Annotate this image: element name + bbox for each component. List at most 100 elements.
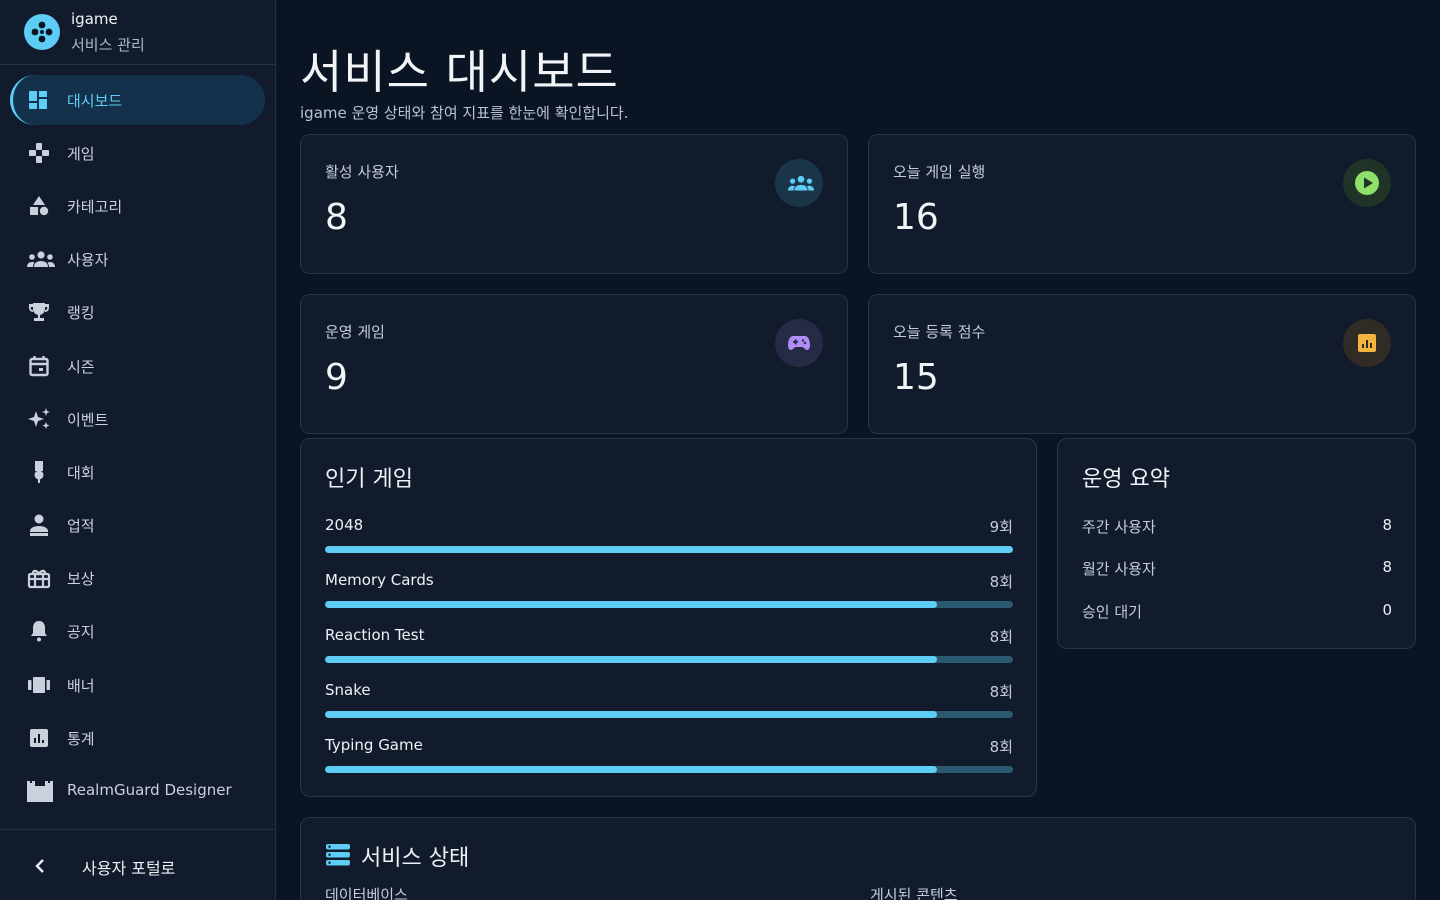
stat-card-plays-today: 오늘 게임 실행 16	[868, 134, 1416, 274]
stat-label: 운영 게임	[325, 323, 385, 341]
sidebar-item-notices[interactable]: 공지	[10, 606, 265, 656]
achievement-icon	[26, 513, 52, 537]
sidebar-item-label: 이벤트	[67, 411, 109, 429]
dashboard-icon	[26, 88, 52, 112]
user-portal-link[interactable]: 사용자 포털로	[0, 829, 275, 900]
service-status-panel: 서비스 상태 데이터베이스 게시된 콘텐츠	[300, 817, 1416, 900]
stats-icon	[26, 726, 52, 750]
sidebar-item-label: RealmGuard Designer	[67, 781, 232, 799]
user-portal-label: 사용자 포털로	[82, 859, 176, 878]
sidebar-item-statistics[interactable]: 통계	[10, 713, 265, 763]
operations-summary-panel: 운영 요약 주간 사용자 8 월간 사용자 8 승인 대기 0	[1057, 438, 1416, 649]
gamepad-icon	[26, 141, 52, 165]
status-published-content-label: 게시된 콘텐츠	[870, 886, 958, 900]
sidebar-item-rewards[interactable]: 보상	[10, 553, 265, 603]
game-name: Memory Cards	[325, 571, 434, 589]
summary-row-weekly-users: 주간 사용자 8	[1082, 516, 1392, 538]
stat-value: 9	[325, 357, 348, 398]
stat-label: 오늘 게임 실행	[893, 163, 986, 181]
sidebar-item-games[interactable]: 게임	[10, 128, 265, 178]
summary-value: 8	[1382, 516, 1392, 534]
brand[interactable]: igame 서비스 관리	[0, 0, 275, 65]
sidebar: igame 서비스 관리 대시보드 게임 카테고리 사용자 랭킹 시즌 이벤트 …	[0, 0, 276, 900]
gamepad-logo-icon	[24, 14, 60, 50]
page-title: 서비스 대시보드	[300, 45, 619, 99]
chevron-left-icon	[30, 856, 50, 880]
stat-value: 8	[325, 197, 348, 238]
chart-icon	[1343, 319, 1391, 367]
panel-title: 인기 게임	[325, 467, 413, 492]
stat-value: 16	[893, 197, 939, 238]
sidebar-item-label: 대시보드	[67, 92, 123, 110]
calendar-icon	[26, 354, 52, 378]
play-bar-fill	[325, 601, 937, 608]
game-row[interactable]: Reaction Test 8회	[325, 626, 1013, 666]
sidebar-item-events[interactable]: 이벤트	[10, 394, 265, 444]
game-name: Typing Game	[325, 736, 423, 754]
panel-title: 운영 요약	[1082, 467, 1170, 492]
main-content: 서비스 대시보드 igame 운영 상태와 참여 지표를 한눈에 확인합니다. …	[276, 0, 1440, 900]
sidebar-item-label: 공지	[67, 623, 95, 641]
popular-games-panel: 인기 게임 2048 9회 Memory Cards 8회 Reaction T…	[300, 438, 1037, 797]
game-row[interactable]: Snake 8회	[325, 681, 1013, 721]
sidebar-item-users[interactable]: 사용자	[10, 234, 265, 284]
castle-icon	[26, 779, 53, 803]
sidebar-item-realmguard[interactable]: RealmGuard Designer	[10, 766, 265, 816]
game-play-count: 8회	[989, 738, 1013, 756]
game-row[interactable]: Typing Game 8회	[325, 736, 1013, 776]
sidebar-item-label: 게임	[67, 145, 95, 163]
brand-subtitle: 서비스 관리	[71, 36, 145, 54]
play-bar-track	[325, 601, 1013, 608]
sidebar-item-label: 랭킹	[67, 304, 95, 322]
sidebar-item-label: 시즌	[67, 358, 95, 376]
stat-card-scores-today: 오늘 등록 점수 15	[868, 294, 1416, 434]
category-icon	[26, 194, 52, 218]
sidebar-item-season[interactable]: 시즌	[10, 341, 265, 391]
game-row[interactable]: Memory Cards 8회	[325, 571, 1013, 611]
sidebar-item-tournament[interactable]: 대회	[10, 447, 265, 497]
stat-label: 오늘 등록 점수	[893, 323, 986, 341]
bell-icon	[26, 619, 52, 643]
users-icon	[26, 247, 55, 271]
play-bar-fill	[325, 711, 937, 718]
banner-icon	[26, 673, 52, 697]
play-bar-track	[325, 711, 1013, 718]
play-bar-fill	[325, 546, 1013, 553]
page-subtitle: igame 운영 상태와 참여 지표를 한눈에 확인합니다.	[300, 104, 629, 122]
users-icon	[775, 159, 823, 207]
summary-value: 0	[1382, 601, 1392, 619]
sidebar-item-label: 배너	[67, 677, 95, 695]
sidebar-item-label: 사용자	[67, 251, 109, 269]
summary-value: 8	[1382, 558, 1392, 576]
sidebar-item-label: 보상	[67, 570, 95, 588]
play-bar-track	[325, 546, 1013, 553]
sidebar-item-label: 통계	[67, 730, 95, 748]
summary-label: 승인 대기	[1082, 603, 1142, 621]
play-bar-fill	[325, 656, 937, 663]
summary-label: 월간 사용자	[1082, 560, 1156, 578]
stat-card-active-users: 활성 사용자 8	[300, 134, 848, 274]
game-name: Snake	[325, 681, 371, 699]
sidebar-item-label: 대회	[67, 464, 95, 482]
summary-row-monthly-users: 월간 사용자 8	[1082, 558, 1392, 580]
medal-icon	[26, 460, 52, 484]
gamepad-icon	[775, 319, 823, 367]
panel-title: 서비스 상태	[361, 846, 470, 871]
game-play-count: 8회	[989, 573, 1013, 591]
game-play-count: 8회	[989, 683, 1013, 701]
sidebar-item-achievements[interactable]: 업적	[10, 500, 265, 550]
sidebar-item-categories[interactable]: 카테고리	[10, 181, 265, 231]
gift-icon	[26, 566, 52, 590]
sidebar-item-dashboard[interactable]: 대시보드	[10, 75, 265, 125]
stat-value: 15	[893, 357, 939, 398]
game-play-count: 8회	[989, 628, 1013, 646]
game-row[interactable]: 2048 9회	[325, 516, 1013, 556]
sidebar-item-ranking[interactable]: 랭킹	[10, 287, 265, 337]
sidebar-item-banners[interactable]: 배너	[10, 660, 265, 710]
brand-name: igame	[71, 10, 118, 28]
stat-card-games-in-service: 운영 게임 9	[300, 294, 848, 434]
trophy-icon	[26, 300, 52, 324]
play-bar-track	[325, 766, 1013, 773]
summary-row-pending-approval: 승인 대기 0	[1082, 601, 1392, 623]
play-icon	[1343, 159, 1391, 207]
